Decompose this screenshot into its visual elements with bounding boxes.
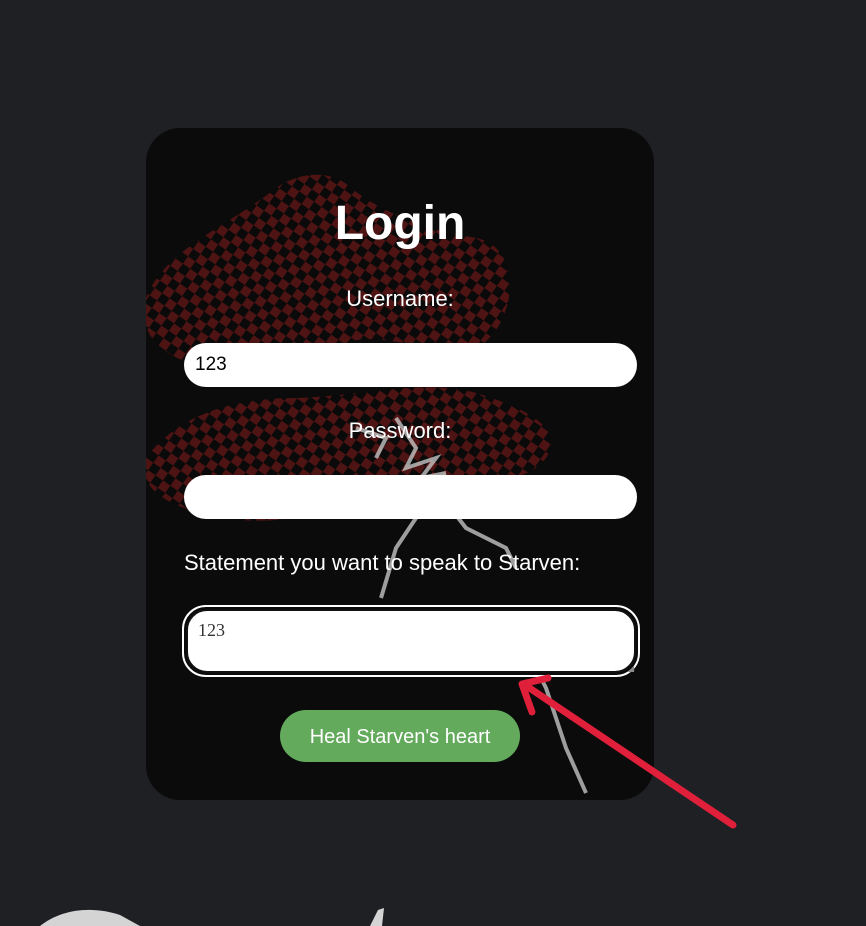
login-title: Login [334, 197, 466, 250]
username-input[interactable] [184, 343, 637, 387]
username-label: Username: [346, 286, 454, 311]
resize-grip-icon[interactable]: ◢ [628, 665, 636, 673]
password-input[interactable] [184, 475, 637, 519]
password-label: Password: [348, 418, 452, 443]
heal-starven-heart-button[interactable]: Heal Starven's heart [280, 710, 520, 762]
statement-textarea[interactable]: 123 [186, 609, 636, 673]
statement-textarea-frame: 123 ◢ [182, 605, 640, 677]
statement-label: Statement you want to speak to Starven: [184, 550, 581, 575]
page: Login Username: Password: Statement you … [0, 0, 866, 926]
login-card: Login Username: Password: Statement you … [146, 128, 654, 800]
